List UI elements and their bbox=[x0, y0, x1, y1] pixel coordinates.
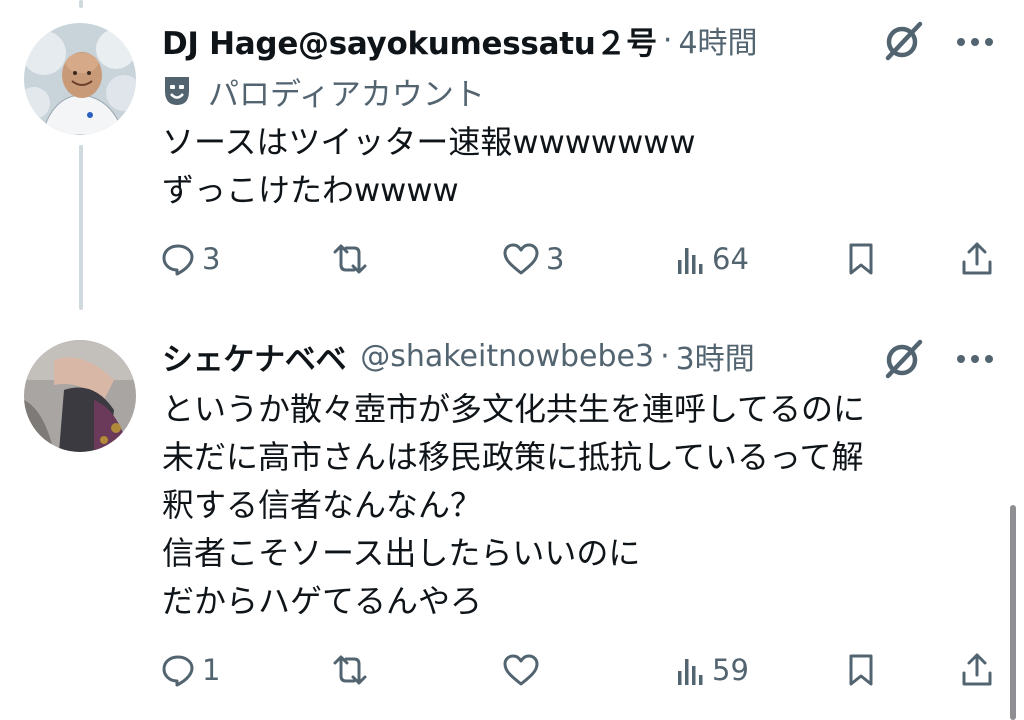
reply-button[interactable]: 3 bbox=[160, 237, 220, 281]
timestamp[interactable]: 3時間 bbox=[676, 334, 755, 378]
tweet-text-line: 未だに高市さんは移民政策に抵抗しているって解 bbox=[162, 438, 864, 476]
bookmark-icon bbox=[849, 654, 873, 686]
view-count: 64 bbox=[712, 242, 749, 276]
grok-icon[interactable] bbox=[880, 16, 928, 64]
repost-icon bbox=[333, 244, 367, 274]
repost-button[interactable] bbox=[330, 648, 376, 692]
bar-chart-icon bbox=[678, 248, 703, 274]
tweet-text-line: ソースはツイッター速報wwwwwww bbox=[162, 123, 696, 161]
tweet-text: というか散々壺市が多文化共生を連呼してるのに 未だに高市さんは移民政策に抵抗して… bbox=[162, 385, 865, 625]
share-button[interactable] bbox=[960, 237, 994, 281]
separator-dot: · bbox=[660, 338, 670, 374]
tweet-text-line: というか散々壺市が多文化共生を連呼してるのに bbox=[162, 390, 866, 428]
like-button[interactable] bbox=[502, 648, 546, 692]
like-count: 3 bbox=[546, 242, 565, 276]
tweet-header: シェケナベベ @shakeitnowbebe3 · 3時間 bbox=[162, 333, 755, 379]
parody-label-text: パロディアカウント bbox=[208, 76, 485, 113]
bar-chart-icon bbox=[678, 659, 703, 685]
avatar[interactable] bbox=[24, 23, 136, 135]
tweet[interactable]: シェケナベベ @shakeitnowbebe3 · 3時間 というか散々壺市が多… bbox=[0, 320, 1024, 720]
share-button[interactable] bbox=[960, 648, 994, 692]
avatar[interactable] bbox=[24, 340, 136, 452]
tweet[interactable]: DJ Hage@sayokumessatu２号 · 4時間 パロディアカウント … bbox=[0, 0, 1024, 300]
tweet-text-line: 信者こそソース出したらいいのに bbox=[162, 534, 641, 572]
bookmark-button[interactable] bbox=[846, 648, 876, 692]
tweet-text-line: だからハゲてるんやろ bbox=[162, 582, 483, 620]
share-icon bbox=[962, 242, 992, 275]
view-count: 59 bbox=[712, 653, 749, 687]
user-handle[interactable]: @shakeitnowbebe3 bbox=[360, 339, 654, 374]
tweet-actions: 1 59 bbox=[0, 648, 1024, 692]
tweet-text-line: ずっこけたわwwww bbox=[162, 171, 459, 209]
reply-count: 3 bbox=[202, 242, 221, 276]
heart-icon bbox=[503, 654, 539, 686]
display-name[interactable]: シェケナベベ bbox=[162, 334, 347, 379]
repost-button[interactable] bbox=[330, 237, 376, 281]
more-icon[interactable] bbox=[955, 36, 995, 48]
tweet-text-line: 釈する信者なんなん？ bbox=[162, 486, 483, 524]
tweet-header: DJ Hage@sayokumessatu２号 · 4時間 bbox=[162, 17, 758, 63]
timestamp[interactable]: 4時間 bbox=[678, 18, 757, 62]
parody-label: パロディアカウント bbox=[162, 70, 485, 113]
reply-count: 1 bbox=[202, 653, 221, 687]
reply-icon bbox=[162, 244, 194, 276]
reply-button[interactable]: 1 bbox=[160, 648, 220, 692]
theater-mask-icon bbox=[165, 77, 189, 105]
bookmark-icon bbox=[849, 243, 873, 275]
bookmark-button[interactable] bbox=[846, 237, 876, 281]
grok-icon[interactable] bbox=[880, 334, 928, 382]
display-name[interactable]: DJ Hage@sayokumessatu２号 bbox=[162, 18, 657, 63]
tweet-text: ソースはツイッター速報wwwwwww ずっこけたわwwww bbox=[162, 118, 696, 214]
share-icon bbox=[962, 653, 992, 686]
repost-icon bbox=[333, 655, 367, 685]
like-button[interactable]: 3 bbox=[502, 237, 564, 281]
reply-icon bbox=[162, 655, 194, 687]
views-button[interactable]: 59 bbox=[676, 648, 749, 692]
scrollbar[interactable] bbox=[1010, 505, 1016, 720]
heart-icon bbox=[503, 243, 539, 275]
separator-dot: · bbox=[662, 22, 673, 58]
more-icon[interactable] bbox=[955, 353, 995, 365]
tweet-actions: 3 3 64 bbox=[0, 237, 1024, 281]
views-button[interactable]: 64 bbox=[676, 237, 749, 281]
